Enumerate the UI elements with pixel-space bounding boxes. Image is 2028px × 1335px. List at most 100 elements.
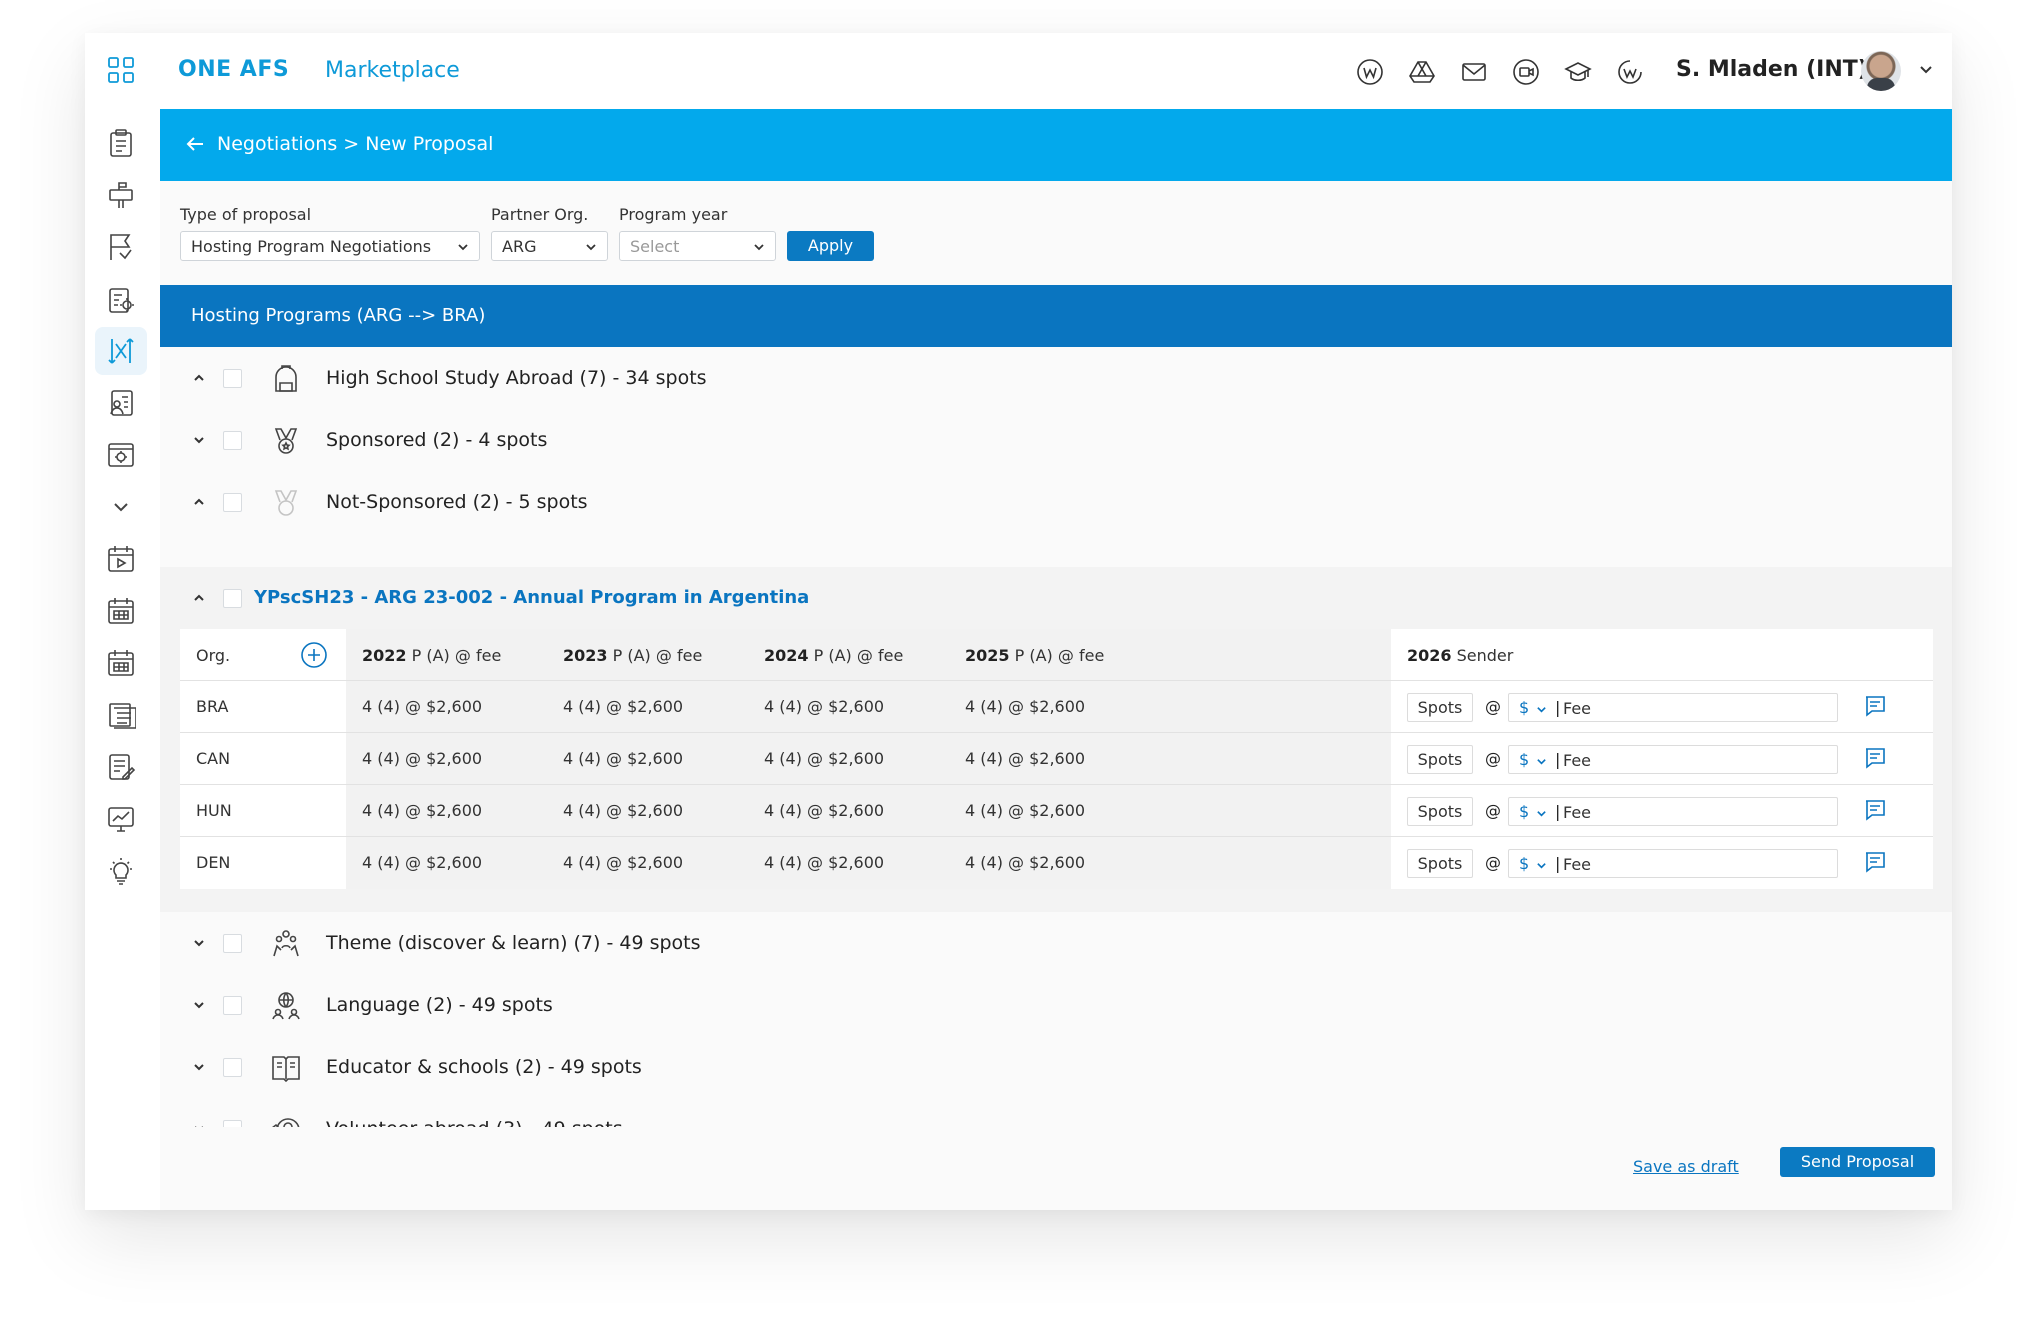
app-grid-icon[interactable]: [107, 56, 135, 84]
chevron-down-icon[interactable]: [192, 936, 206, 950]
expanded-program-header[interactable]: YPscSH23 - ARG 23-002 - Annual Program i…: [160, 567, 1952, 629]
comment-icon[interactable]: [1863, 798, 1887, 822]
spots-input[interactable]: Spots: [1407, 797, 1473, 826]
avatar[interactable]: [1861, 51, 1901, 91]
clipboard-icon[interactable]: [95, 119, 147, 167]
spots-input[interactable]: Spots: [1407, 745, 1473, 774]
list-item[interactable]: Language (2) - 49 spots: [160, 974, 1952, 1036]
at-sign: @: [1485, 853, 1501, 872]
graduation-cap-icon[interactable]: [1563, 57, 1592, 86]
edit-note-icon[interactable]: [95, 743, 147, 791]
fee-placeholder: Fee: [1563, 803, 1592, 822]
mailbox-icon[interactable]: [95, 171, 147, 219]
program-checkbox[interactable]: [223, 589, 242, 608]
table-header: Org. 2022 P (A) @ fee 2023 P (A) @ fee 2…: [180, 629, 1933, 681]
send-proposal-button[interactable]: Send Proposal: [1780, 1147, 1935, 1177]
year-suffix: P (A) @ fee: [1014, 646, 1105, 665]
type-of-proposal-select[interactable]: Hosting Program Negotiations: [180, 231, 480, 261]
w-circle-icon[interactable]: [1355, 57, 1384, 86]
year-suffix: P (A) @ fee: [612, 646, 703, 665]
fee-input[interactable]: $ | Fee: [1508, 797, 1838, 826]
program-checkbox[interactable]: [223, 996, 242, 1015]
monitor-chart-icon[interactable]: [95, 795, 147, 843]
chevron-down-icon[interactable]: [95, 483, 147, 531]
org-cell: DEN: [196, 853, 231, 872]
chevron-down-icon[interactable]: [192, 998, 206, 1012]
brand-logo[interactable]: ONE AFS: [178, 57, 289, 82]
calendar-grid-icon[interactable]: [95, 587, 147, 635]
list-item[interactable]: Theme (discover & learn) (7) - 49 spots: [160, 912, 1952, 974]
negotiations-icon[interactable]: [95, 327, 147, 375]
comment-icon[interactable]: [1863, 746, 1887, 770]
currency-select[interactable]: $: [1519, 854, 1529, 873]
mail-icon[interactable]: [1459, 57, 1488, 86]
value-cell: 4 (4) @ $2,600: [965, 853, 1086, 872]
chevron-up-icon[interactable]: [192, 591, 206, 605]
currency-select[interactable]: $: [1519, 750, 1529, 769]
top-bar: ONE AFS Marketplace S. Mladen (INT): [85, 33, 1952, 109]
comment-icon[interactable]: [1863, 694, 1887, 718]
chevron-down-icon[interactable]: [192, 1060, 206, 1074]
program-checkbox[interactable]: [223, 1058, 242, 1077]
type-of-proposal-label: Type of proposal: [180, 205, 312, 224]
chevron-down-icon[interactable]: [1536, 756, 1547, 767]
workplace-icon[interactable]: [1615, 57, 1644, 86]
calendar-table-icon[interactable]: [95, 639, 147, 687]
year-column-header: 2023 P (A) @ fee: [563, 646, 702, 665]
chevron-down-icon[interactable]: [1536, 860, 1547, 871]
chevron-up-icon[interactable]: [192, 371, 206, 385]
program-table: Org. 2022 P (A) @ fee 2023 P (A) @ fee 2…: [180, 629, 1933, 889]
chevron-down-icon[interactable]: [192, 433, 206, 447]
id-card-icon[interactable]: [95, 379, 147, 427]
fee-input[interactable]: $ | Fee: [1508, 693, 1838, 722]
partner-org-label: Partner Org.: [491, 205, 589, 224]
browser-settings-icon[interactable]: [95, 431, 147, 479]
program-year-placeholder: Select: [630, 237, 680, 256]
currency-select[interactable]: $: [1519, 698, 1529, 717]
program-year-select[interactable]: Select: [619, 231, 776, 261]
lightbulb-icon[interactable]: [95, 847, 147, 895]
program-checkbox[interactable]: [223, 934, 242, 953]
spots-input[interactable]: Spots: [1407, 693, 1473, 722]
program-checkbox[interactable]: [223, 493, 242, 512]
sidebar: [85, 109, 160, 1210]
program-checkbox[interactable]: [223, 369, 242, 388]
list-item[interactable]: Not-Sponsored (2) - 5 spots: [160, 471, 1952, 533]
save-as-draft-link[interactable]: Save as draft: [1633, 1157, 1739, 1176]
app-name[interactable]: Marketplace: [325, 58, 460, 83]
user-name[interactable]: S. Mladen (INT): [1676, 57, 1868, 82]
calendar-video-icon[interactable]: [95, 535, 147, 583]
drive-icon[interactable]: [1407, 57, 1436, 86]
apply-button[interactable]: Apply: [787, 231, 874, 261]
top-icons: [1355, 57, 1644, 86]
program-label: High School Study Abroad (7) - 34 spots: [326, 367, 707, 389]
settings-list-icon[interactable]: [95, 275, 147, 323]
video-icon[interactable]: [1511, 57, 1540, 86]
program-title[interactable]: YPscSH23 - ARG 23-002 - Annual Program i…: [254, 587, 809, 608]
chevron-up-icon[interactable]: [192, 495, 206, 509]
currency-select[interactable]: $: [1519, 802, 1529, 821]
value-cell: 4 (4) @ $2,600: [764, 749, 885, 768]
chevron-down-icon[interactable]: [1536, 808, 1547, 819]
fee-input[interactable]: $ | Fee: [1508, 849, 1838, 878]
spots-input[interactable]: Spots: [1407, 849, 1473, 878]
value-cell: 4 (4) @ $2,600: [563, 749, 684, 768]
org-column-header: Org.: [196, 646, 231, 665]
list-item[interactable]: Educator & schools (2) - 49 spots: [160, 1036, 1952, 1098]
breadcrumb[interactable]: Negotiations > New Proposal: [217, 133, 493, 155]
flag-board-icon[interactable]: [95, 223, 147, 271]
comment-icon[interactable]: [1863, 850, 1887, 874]
partner-org-select[interactable]: ARG: [491, 231, 608, 261]
org-cell: BRA: [196, 697, 229, 716]
program-year-label: Program year: [619, 205, 728, 224]
program-checkbox[interactable]: [223, 431, 242, 450]
chevron-down-icon[interactable]: [1918, 61, 1934, 77]
chevron-down-icon[interactable]: [1536, 704, 1547, 715]
list-item[interactable]: High School Study Abroad (7) - 34 spots: [160, 347, 1952, 409]
documents-icon[interactable]: [95, 691, 147, 739]
add-org-icon[interactable]: [300, 641, 328, 669]
fee-input[interactable]: $ | Fee: [1508, 745, 1838, 774]
list-item[interactable]: Sponsored (2) - 4 spots: [160, 409, 1952, 471]
chevron-down-icon: [586, 244, 596, 251]
back-arrow-icon[interactable]: [184, 133, 206, 155]
